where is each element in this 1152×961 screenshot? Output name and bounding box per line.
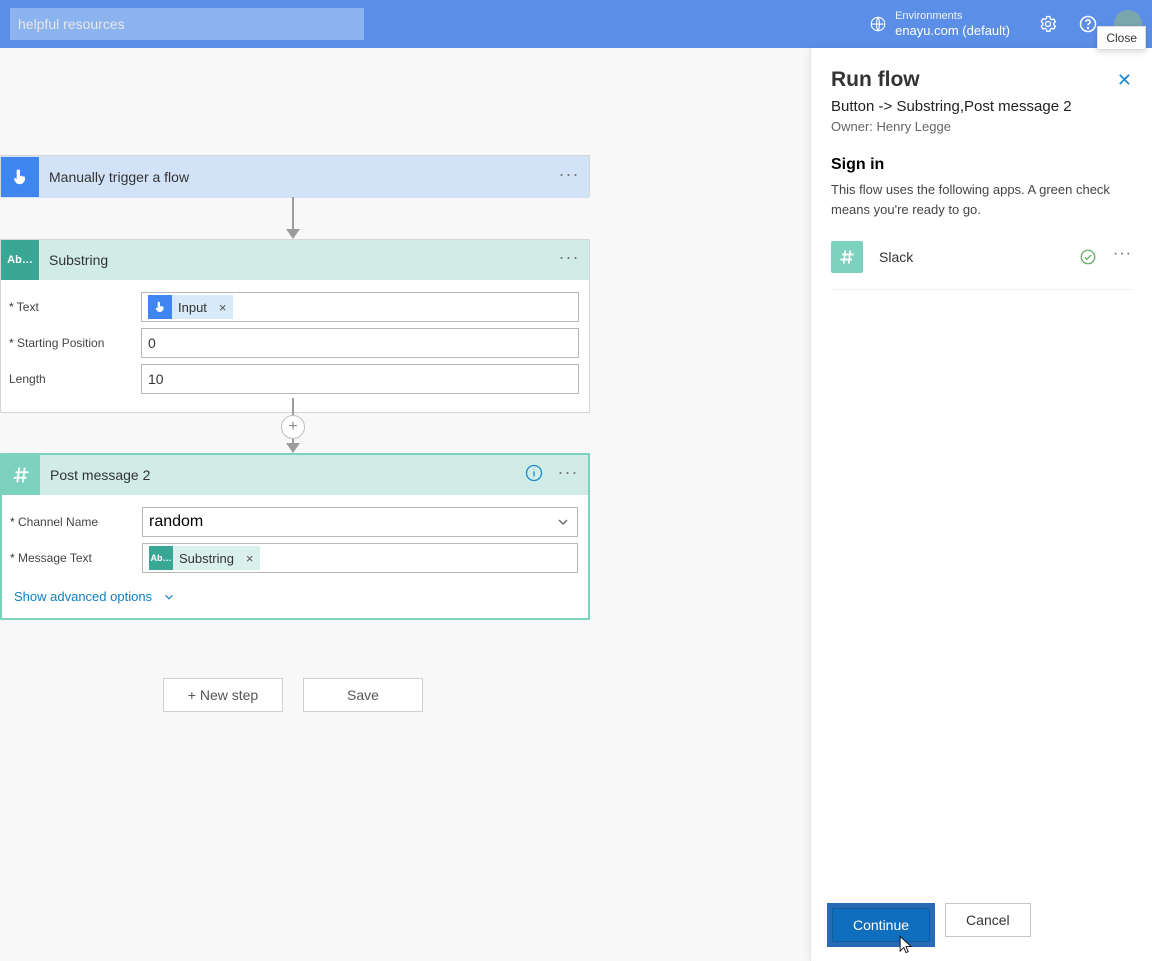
search-input[interactable]: helpful resources bbox=[10, 8, 364, 40]
chevron-down-icon bbox=[555, 514, 571, 530]
add-step-button[interactable]: + bbox=[281, 415, 305, 439]
text-input[interactable]: Input × bbox=[141, 292, 579, 322]
arrow-down-icon bbox=[286, 443, 300, 453]
info-icon[interactable] bbox=[520, 463, 548, 488]
token-input[interactable]: Input × bbox=[148, 295, 233, 319]
signin-text: This flow uses the following apps. A gre… bbox=[831, 180, 1132, 219]
check-circle-icon bbox=[1079, 248, 1097, 266]
signin-heading: Sign in bbox=[831, 156, 1132, 174]
new-step-button[interactable]: + New step bbox=[163, 678, 283, 712]
chevron-down-icon bbox=[162, 590, 176, 604]
touch-icon bbox=[148, 295, 172, 319]
text-op-icon: Ab… bbox=[1, 240, 39, 280]
field-label-msg: Message Text bbox=[10, 551, 142, 565]
field-label-text: Text bbox=[9, 300, 141, 314]
trigger-title: Manually trigger a flow bbox=[39, 169, 549, 185]
post-title: Post message 2 bbox=[40, 467, 520, 483]
globe-icon bbox=[869, 15, 887, 33]
close-icon[interactable]: ✕ bbox=[1117, 70, 1132, 91]
length-input[interactable] bbox=[141, 364, 579, 394]
connector-line bbox=[292, 197, 294, 229]
text-op-icon: Ab… bbox=[149, 546, 173, 570]
connection-row: Slack ··· bbox=[831, 241, 1132, 290]
substring-title: Substring bbox=[39, 252, 549, 268]
run-flow-panel: Run flow ✕ Button -> Substring,Post mess… bbox=[810, 48, 1152, 961]
message-input[interactable]: Ab… Substring × bbox=[142, 543, 578, 573]
remove-token-icon[interactable]: × bbox=[213, 295, 233, 319]
save-button[interactable]: Save bbox=[303, 678, 423, 712]
show-advanced-link[interactable]: Show advanced options bbox=[10, 589, 176, 604]
continue-focus-ring: Continue bbox=[827, 903, 935, 947]
more-icon[interactable]: ··· bbox=[548, 462, 588, 489]
panel-title: Run flow bbox=[831, 68, 920, 92]
slack-hash-icon bbox=[2, 455, 40, 495]
touch-icon bbox=[1, 157, 39, 197]
more-icon[interactable]: ··· bbox=[549, 164, 589, 191]
env-label: Environments bbox=[895, 10, 1010, 23]
token-label: Substring bbox=[173, 546, 240, 570]
more-icon[interactable]: ··· bbox=[1113, 245, 1132, 269]
field-label-start: Starting Position bbox=[9, 336, 141, 350]
field-label-length: Length bbox=[9, 372, 141, 386]
panel-subtitle: Button -> Substring,Post message 2 bbox=[831, 98, 1132, 115]
remove-token-icon[interactable]: × bbox=[240, 546, 260, 570]
panel-owner: Owner: Henry Legge bbox=[831, 119, 1132, 134]
start-input[interactable] bbox=[141, 328, 579, 358]
field-label-channel: Channel Name bbox=[10, 515, 142, 529]
gear-icon[interactable] bbox=[1038, 14, 1058, 34]
flow-canvas: Manually trigger a flow ··· Ab… Substrin… bbox=[0, 48, 810, 961]
channel-dropdown[interactable]: random bbox=[142, 507, 578, 537]
close-tooltip: Close bbox=[1097, 26, 1146, 50]
arrow-down-icon bbox=[286, 229, 300, 239]
help-icon[interactable] bbox=[1078, 14, 1098, 34]
start-input-el[interactable] bbox=[148, 335, 572, 351]
cancel-button[interactable]: Cancel bbox=[945, 903, 1031, 937]
slack-hash-icon bbox=[831, 241, 863, 273]
substring-card[interactable]: Ab… Substring ··· Text Input × Start bbox=[0, 239, 590, 413]
continue-button[interactable]: Continue bbox=[832, 908, 930, 942]
more-icon[interactable]: ··· bbox=[549, 247, 589, 274]
length-input-el[interactable] bbox=[148, 371, 572, 387]
token-label: Input bbox=[172, 295, 213, 319]
channel-value: random bbox=[149, 513, 203, 531]
token-substring[interactable]: Ab… Substring × bbox=[149, 546, 260, 570]
trigger-card[interactable]: Manually trigger a flow ··· bbox=[0, 155, 590, 197]
post-message-card[interactable]: Post message 2 ··· Channel Name random M… bbox=[0, 453, 590, 620]
advanced-label: Show advanced options bbox=[14, 589, 152, 604]
env-name: enayu.com (default) bbox=[895, 23, 1010, 39]
environment-picker[interactable]: Environments enayu.com (default) bbox=[869, 10, 1010, 39]
top-header: helpful resources Environments enayu.com… bbox=[0, 0, 1152, 48]
connection-name: Slack bbox=[879, 249, 1079, 265]
